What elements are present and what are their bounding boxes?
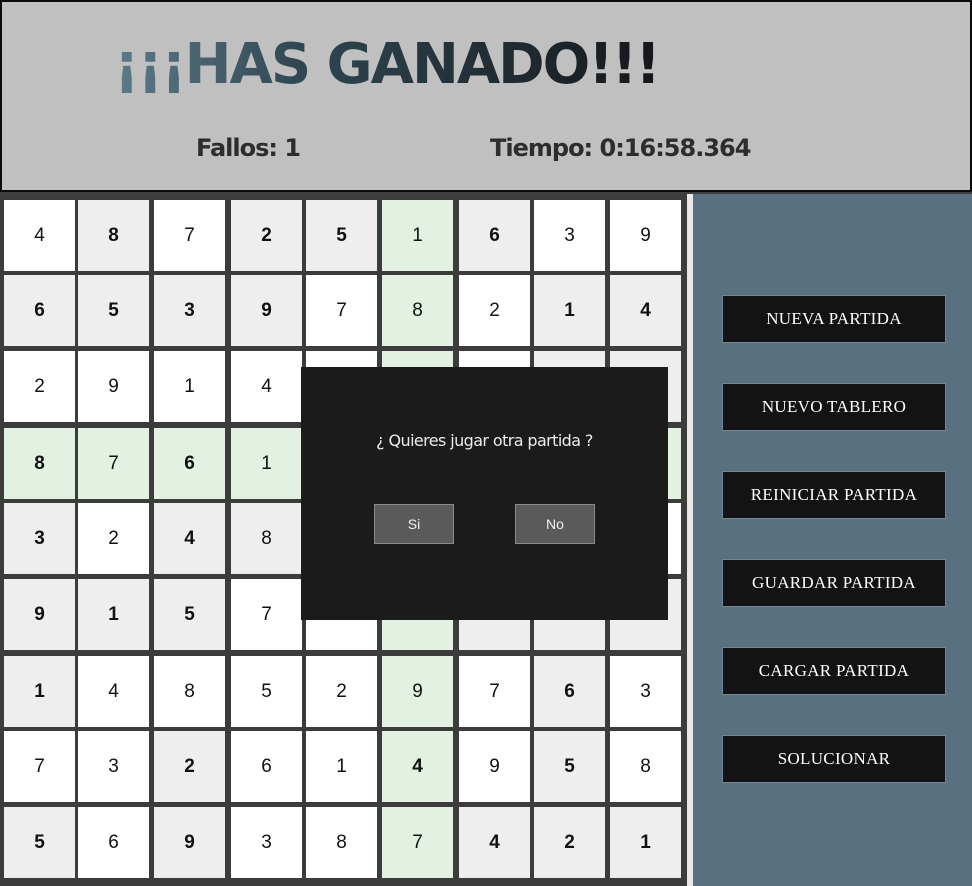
sidebar-menu: NUEVA PARTIDA NUEVO TABLERO REINICIAR PA… (693, 194, 972, 886)
sudoku-cell[interactable]: 9 (231, 275, 302, 346)
sudoku-cell[interactable]: 1 (610, 807, 681, 878)
sudoku-cell[interactable]: 4 (459, 807, 530, 878)
solve-button[interactable]: SOLUCIONAR (722, 735, 946, 783)
sudoku-cell[interactable]: 1 (534, 275, 605, 346)
no-button[interactable]: No (515, 504, 595, 544)
sudoku-cell[interactable]: 4 (610, 275, 681, 346)
sudoku-cell[interactable]: 8 (382, 275, 453, 346)
sudoku-cell[interactable]: 7 (459, 656, 530, 727)
sudoku-cell[interactable]: 6 (4, 275, 75, 346)
sudoku-cell[interactable]: 1 (154, 351, 225, 422)
sudoku-cell[interactable]: 7 (382, 807, 453, 878)
sudoku-cell[interactable]: 4 (154, 503, 225, 574)
sudoku-cell[interactable]: 2 (306, 656, 377, 727)
sudoku-cell[interactable]: 2 (78, 503, 149, 574)
sudoku-cell[interactable]: 4 (231, 351, 302, 422)
sudoku-cell[interactable]: 3 (154, 275, 225, 346)
sudoku-cell[interactable]: 8 (306, 807, 377, 878)
sudoku-cell[interactable]: 9 (78, 351, 149, 422)
sudoku-cell[interactable]: 5 (154, 579, 225, 650)
sudoku-cell[interactable]: 9 (610, 200, 681, 271)
sudoku-cell[interactable]: 1 (382, 200, 453, 271)
sudoku-cell[interactable]: 3 (4, 503, 75, 574)
load-game-button[interactable]: CARGAR PARTIDA (722, 647, 946, 695)
sudoku-cell[interactable]: 9 (382, 656, 453, 727)
sudoku-cell[interactable]: 5 (4, 807, 75, 878)
sudoku-cell[interactable]: 8 (78, 200, 149, 271)
new-board-button[interactable]: NUEVO TABLERO (722, 383, 946, 431)
sudoku-cell[interactable]: 5 (534, 731, 605, 802)
mistakes-counter: Fallos: 1 (196, 134, 301, 162)
yes-button[interactable]: Si (374, 504, 454, 544)
sudoku-cell[interactable]: 7 (231, 579, 302, 650)
sudoku-cell[interactable]: 4 (4, 200, 75, 271)
sudoku-cell[interactable]: 3 (231, 807, 302, 878)
sudoku-cell[interactable]: 7 (154, 200, 225, 271)
sudoku-cell[interactable]: 8 (610, 731, 681, 802)
new-game-button[interactable]: NUEVA PARTIDA (722, 295, 946, 343)
sudoku-cell[interactable]: 2 (459, 275, 530, 346)
sudoku-cell[interactable]: 9 (154, 807, 225, 878)
sudoku-cell[interactable]: 3 (610, 656, 681, 727)
dialog-question: ¿ Quieres jugar otra partida ? (376, 431, 593, 450)
sudoku-cell[interactable]: 8 (154, 656, 225, 727)
sudoku-cell[interactable]: 1 (231, 428, 302, 499)
sudoku-cell[interactable]: 5 (306, 200, 377, 271)
sudoku-cell[interactable]: 1 (306, 731, 377, 802)
sudoku-cell[interactable]: 6 (231, 731, 302, 802)
sudoku-cell[interactable]: 3 (78, 731, 149, 802)
sudoku-cell[interactable]: 6 (78, 807, 149, 878)
sudoku-cell[interactable]: 2 (154, 731, 225, 802)
sudoku-cell[interactable]: 3 (534, 200, 605, 271)
sudoku-cell[interactable]: 7 (78, 428, 149, 499)
sudoku-cell[interactable]: 8 (231, 503, 302, 574)
header-panel: ¡¡¡HAS GANADO!!! Fallos: 1 Tiempo: 0:16:… (0, 0, 972, 192)
sudoku-cell[interactable]: 8 (4, 428, 75, 499)
win-title: ¡¡¡HAS GANADO!!! (114, 30, 661, 100)
sudoku-cell[interactable]: 5 (231, 656, 302, 727)
sudoku-cell[interactable]: 5 (78, 275, 149, 346)
sudoku-cell[interactable]: 6 (459, 200, 530, 271)
sudoku-cell[interactable]: 2 (231, 200, 302, 271)
elapsed-time: Tiempo: 0:16:58.364 (490, 134, 751, 162)
sudoku-cell[interactable]: 7 (306, 275, 377, 346)
sudoku-cell[interactable]: 9 (459, 731, 530, 802)
sudoku-cell[interactable]: 6 (534, 656, 605, 727)
restart-game-button[interactable]: REINICIAR PARTIDA (722, 471, 946, 519)
sudoku-cell[interactable]: 1 (78, 579, 149, 650)
sudoku-cell[interactable]: 1 (4, 656, 75, 727)
sudoku-cell[interactable]: 2 (4, 351, 75, 422)
sudoku-cell[interactable]: 4 (382, 731, 453, 802)
sudoku-cell[interactable]: 9 (4, 579, 75, 650)
sudoku-cell[interactable]: 4 (78, 656, 149, 727)
play-again-dialog: ¿ Quieres jugar otra partida ? Si No (301, 367, 668, 620)
sudoku-cell[interactable]: 2 (534, 807, 605, 878)
sudoku-cell[interactable]: 7 (4, 731, 75, 802)
sudoku-cell[interactable]: 6 (154, 428, 225, 499)
save-game-button[interactable]: GUARDAR PARTIDA (722, 559, 946, 607)
